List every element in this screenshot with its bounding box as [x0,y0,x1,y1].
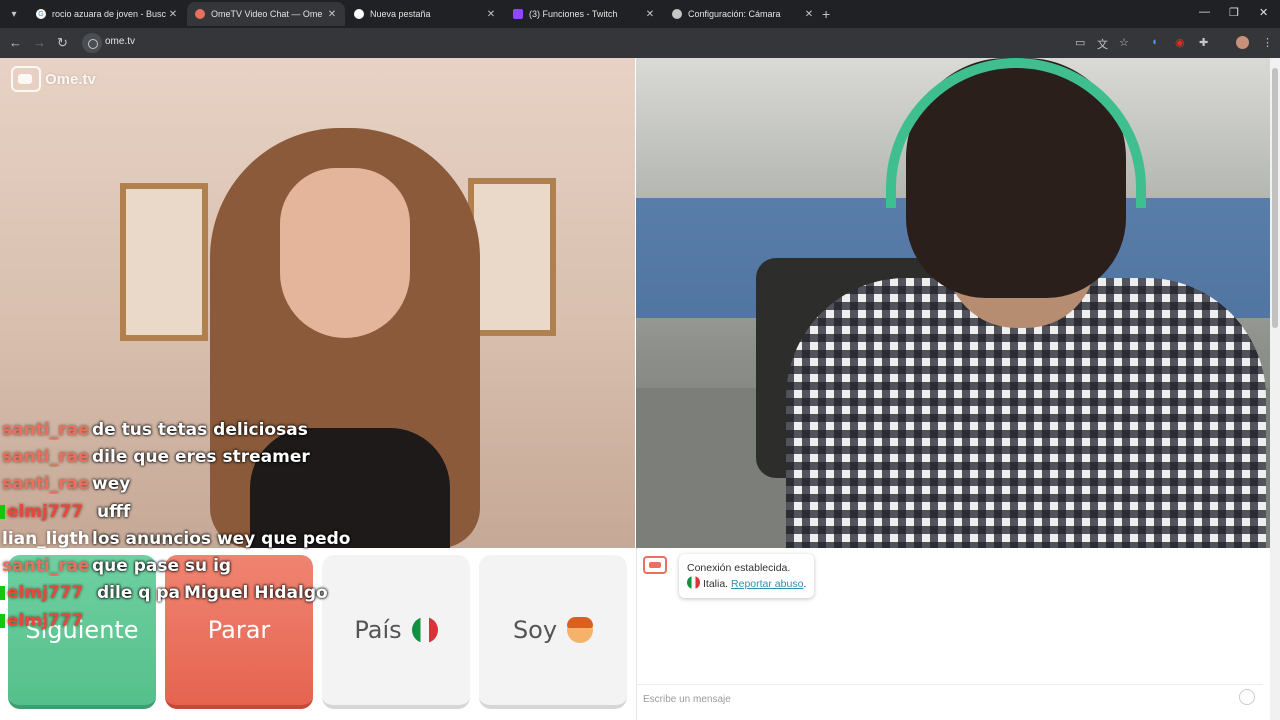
chat-overlay-line: lian_ligth los anuncios wey que pedo [0,525,420,552]
tab-strip: ▾ G rocio azuara de joven - Buscar ✕ Ome… [0,0,1280,28]
text-chat-panel: Conexión establecida. Italia. Reportar a… [636,548,1263,720]
chat-overlay-line: santi_rae que pase su ig [0,552,420,579]
emoji-smiley-icon[interactable] [1239,689,1255,705]
extensions-puzzle-icon[interactable]: ✚ [1199,36,1208,49]
connection-status: Conexión establecida. [687,562,791,574]
tab-settings-camera[interactable]: Configuración: Cámara ✕ [664,2,822,26]
chat-overlay-line: elmj777 dile q pa Miguel Hidalgo [0,580,420,607]
gender-button-label: Soy [512,616,558,644]
extension-audio-icon[interactable]: ◖ [1151,36,1158,48]
bookmark-star-icon[interactable]: ☆ [1119,36,1129,49]
extension-record-icon[interactable]: ◉ [1175,36,1185,49]
chat-overlay-username: santi_rae [2,446,90,467]
back-arrow-icon[interactable]: ← [9,35,22,50]
tab-new-tab[interactable]: Nueva pestaña ✕ [346,2,504,26]
report-abuse-link[interactable]: Reportar abuso [731,578,803,590]
site-info-icon[interactable] [82,33,102,53]
period: . [803,578,807,590]
ometv-system-icon [643,556,667,574]
tab-title: Configuración: Cámara [688,9,781,19]
chat-overlay-message: wey [92,474,131,495]
italy-flag-icon [687,576,700,589]
tab-title: Nueva pestaña [370,9,431,19]
tab-google-search[interactable]: G rocio azuara de joven - Buscar ✕ [28,2,186,26]
tab-ometv[interactable]: OmeTV Video Chat — Ome ✕ [187,2,345,26]
chat-overlay-username: elmj777 [7,583,84,604]
translate-icon[interactable]: 文 [1097,36,1108,52]
minimize-button[interactable]: — [1199,6,1210,18]
browser-toolbar: ← → ↻ ome.tv ▭ 文 ☆ ◖ ◉ ✚ ⋮ [0,28,1280,58]
settings-gear-icon [672,9,682,19]
twitch-icon [513,9,523,19]
chat-overlay-line: santi_rae dile que eres streamer [0,443,420,470]
scrollbar-thumb[interactable] [1272,68,1278,328]
chat-overlay-message: dile q pa [97,583,180,604]
chat-overlay-username: santi_rae [2,556,90,577]
headset [886,58,1146,208]
address-bar[interactable] [80,31,1140,55]
tab-twitch[interactable]: (3) Funciones - Twitch ✕ [505,2,663,26]
chat-overlay-line: elmj777 [0,607,420,634]
chat-overlay-message: ufff [97,501,131,522]
ometv-icon [195,9,205,19]
chat-overlay-message: dile que eres streamer [92,446,310,467]
system-message: Conexión establecida. Italia. Reportar a… [679,554,815,598]
wall-frame [468,178,556,336]
chat-overlay-line: santi_rae wey [0,471,420,498]
chat-overlay-username: santi_rae [2,419,90,440]
chat-overlay-username: elmj777 [7,501,84,522]
tab-title: OmeTV Video Chat — Ome [211,9,323,19]
chat-overlay-message: los anuncios wey que pedo [92,528,351,549]
ometv-page: Ome.tv santi_rae de tus tetas deliciosas s… [0,58,1270,720]
chat-overlay-line: elmj777 ufff [0,498,420,525]
new-tab-button[interactable]: + [822,6,830,22]
own-person [786,58,1266,548]
chat-overlay-message: que pase su ig [92,556,232,577]
chat-overlay-username: santi_rae [2,474,90,495]
boy-emoji-icon [567,617,594,643]
ometv-logo: Ome.tv [11,66,96,92]
message-input[interactable]: Escribe un mensaje [637,684,1263,710]
tab-close-icon[interactable]: ✕ [166,9,180,20]
chat-overlay-message: de tus tetas deliciosas [92,419,308,440]
profile-avatar[interactable] [1236,36,1249,49]
tab-close-icon[interactable]: ✕ [325,9,339,20]
close-window-button[interactable]: ✕ [1259,6,1268,19]
tab-title: rocio azuara de joven - Buscar [52,9,166,19]
logo-text: Ome.tv [45,70,96,88]
tab-close-icon[interactable]: ✕ [643,9,657,20]
chat-overlay-line: santi_rae de tus tetas deliciosas [0,416,420,443]
url-text[interactable]: ome.tv [105,36,135,47]
tab-close-icon[interactable]: ✕ [802,9,816,20]
stream-chat-overlay: santi_rae de tus tetas deliciosas santi_ra… [0,416,420,634]
ometv-logo-icon [11,66,41,92]
chat-overlay-username: lian_ligth [2,528,90,549]
chrome-icon [354,9,364,19]
maximize-button[interactable]: ❐ [1229,6,1239,19]
partner-country: Italia. [703,578,729,590]
tab-title: (3) Funciones - Twitch [529,9,618,19]
google-icon: G [36,9,46,19]
page-scrollbar[interactable] [1270,58,1280,720]
reload-icon[interactable]: ↻ [57,35,68,51]
menu-dots-icon[interactable]: ⋮ [1262,36,1273,49]
message-input-placeholder: Escribe un mensaje [643,694,731,705]
gender-button[interactable]: Soy [479,555,627,709]
own-video [636,58,1270,548]
cast-icon[interactable]: ▭ [1075,36,1085,49]
chat-overlay-extra-text: Miguel Hidalgo [184,583,328,604]
tab-close-icon[interactable]: ✕ [484,9,498,20]
chat-overlay-username: elmj777 [7,610,84,631]
forward-arrow-icon[interactable]: → [33,35,46,50]
tab-search-chevron-icon[interactable]: ▾ [5,5,23,23]
wall-frame [120,183,208,341]
